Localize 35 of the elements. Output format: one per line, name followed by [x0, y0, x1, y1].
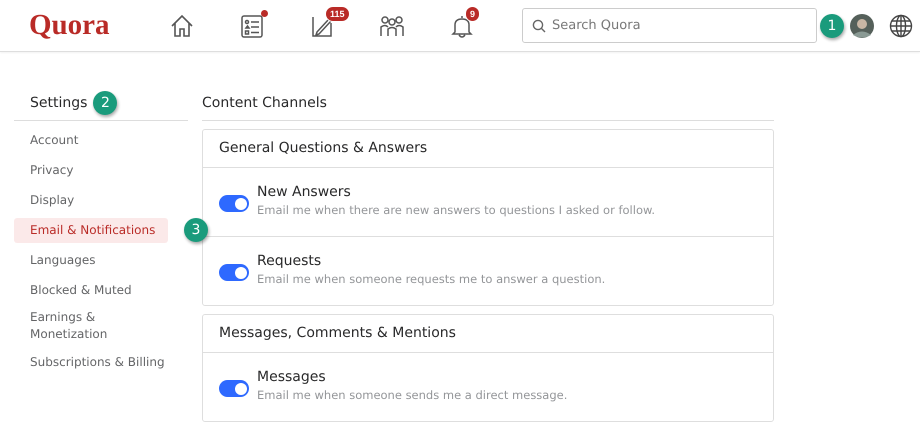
search-field[interactable]: Search Quora — [522, 8, 817, 43]
page-title: Content Channels — [202, 95, 327, 111]
setting-description: Email me when there are new answers to questions I asked or follow. — [257, 202, 655, 218]
section-title: Messages, Comments & Mentions — [219, 325, 456, 341]
sidebar-item[interactable]: Blocked & Muted — [14, 278, 148, 302]
nav-button[interactable]: 9 — [427, 0, 497, 51]
count-badge: 115 — [325, 6, 350, 22]
toggle-switch[interactable] — [219, 264, 249, 281]
avatar[interactable] — [850, 14, 874, 38]
sidebar-title: Settings — [30, 95, 88, 111]
logo[interactable]: Quora — [29, 9, 147, 42]
sidebar-item[interactable]: Subscriptions & Billing — [14, 350, 181, 374]
notification-dot — [261, 10, 268, 17]
home-icon — [169, 12, 195, 38]
sidebar-item[interactable]: Email & Notifications — [14, 218, 168, 242]
sidebar-item[interactable]: Earnings & Monetization — [14, 305, 124, 347]
toggle-switch[interactable] — [219, 195, 249, 212]
setting-description: Email me when someone sends me a direct message. — [257, 387, 568, 403]
setting-name: Messages — [257, 368, 327, 386]
callout-marker: 2 — [93, 91, 118, 115]
list-icon — [239, 12, 265, 38]
count-badge: 9 — [465, 6, 480, 22]
section-title: General Questions & Answers — [219, 140, 428, 156]
nav-button[interactable]: 115 — [287, 0, 357, 51]
sidebar-item[interactable]: Display — [14, 188, 90, 212]
setting-description: Email me when someone requests me to answer a question. — [257, 271, 606, 287]
toggle-switch[interactable] — [219, 380, 249, 397]
callout-marker: 3 — [184, 218, 208, 242]
sidebar-item[interactable]: Languages — [14, 248, 112, 272]
setting-name: New Answers — [257, 183, 352, 201]
sidebar-item[interactable]: Privacy — [14, 158, 90, 182]
setting-name: Requests — [257, 252, 322, 270]
callout-marker: 1 — [820, 14, 844, 38]
globe-icon[interactable] — [889, 14, 913, 38]
sidebar-item[interactable]: Account — [14, 128, 94, 152]
